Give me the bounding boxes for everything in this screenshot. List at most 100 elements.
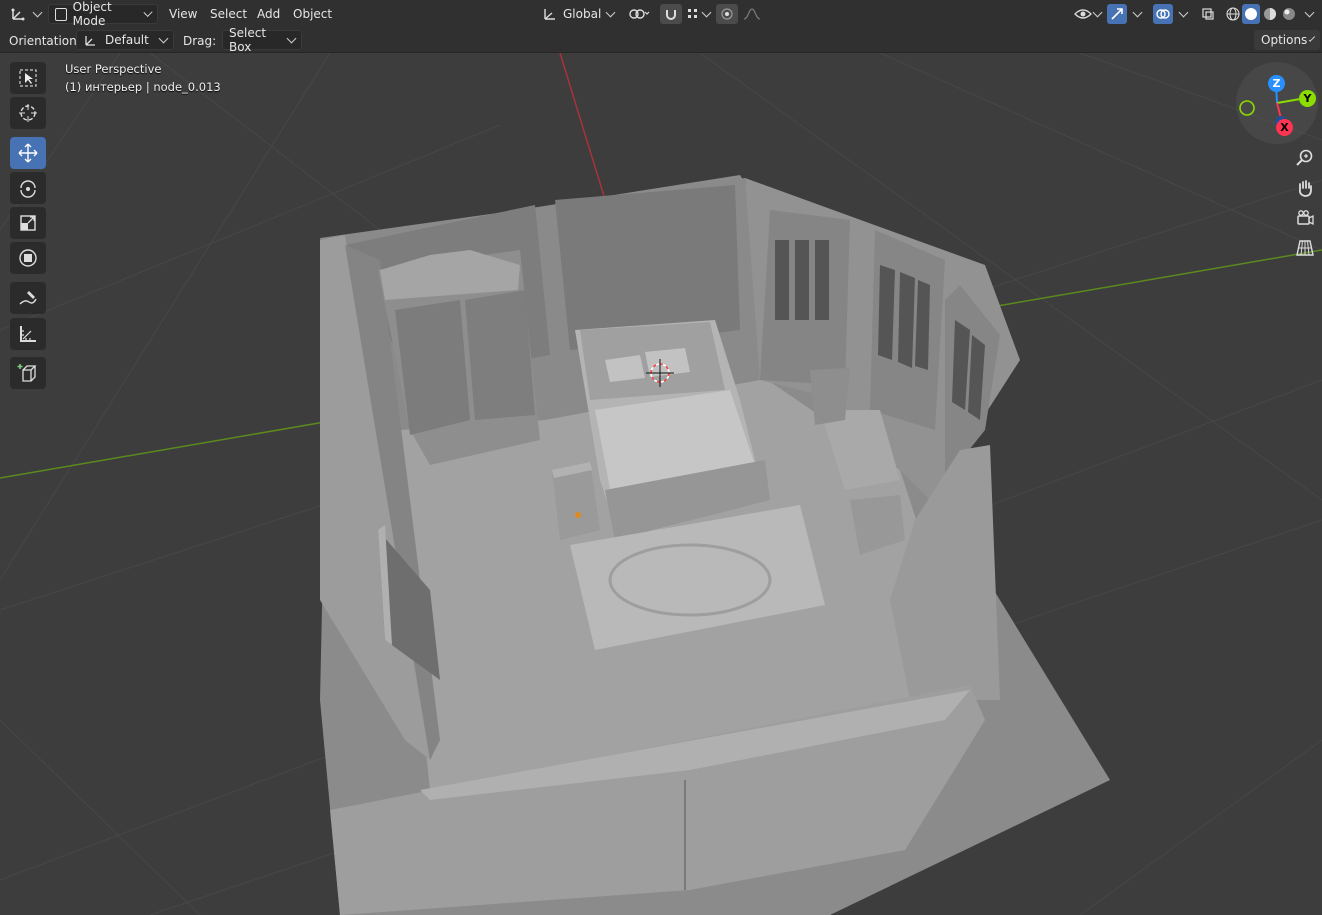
snap-target-dropdown[interactable] <box>684 4 712 24</box>
xray-toggle[interactable] <box>1198 4 1218 24</box>
orientation-label: Orientation: <box>9 34 81 48</box>
chevron-down-icon <box>1178 7 1188 17</box>
chevron-down-icon <box>1132 7 1142 17</box>
gizmo-dropdown[interactable] <box>1128 4 1146 24</box>
material-sphere-icon <box>1264 8 1276 20</box>
view-name: User Perspective <box>65 62 162 76</box>
camera-view-button[interactable] <box>1292 205 1318 231</box>
annotate-tool[interactable] <box>10 282 46 314</box>
shading-wireframe-button[interactable] <box>1224 4 1242 24</box>
cursor-tool[interactable] <box>10 97 46 129</box>
pivot-point-button[interactable] <box>624 4 654 24</box>
ruler-icon <box>20 326 36 342</box>
orientation-value: Default <box>105 33 149 47</box>
options-dropdown[interactable]: Options <box>1254 30 1320 50</box>
shading-material-button[interactable] <box>1261 4 1279 24</box>
xray-icon <box>1202 8 1214 20</box>
select-box-icon <box>19 69 37 87</box>
visibility-dropdown[interactable] <box>1070 4 1104 24</box>
shading-dropdown[interactable] <box>1300 4 1318 24</box>
gizmo-x-label: X <box>1280 121 1289 134</box>
gizmo-x-handle[interactable]: X <box>1276 119 1293 136</box>
perspective-toggle-button[interactable] <box>1292 235 1318 261</box>
zoom-button[interactable] <box>1292 145 1318 171</box>
rendered-sphere-icon <box>1283 8 1295 20</box>
rotate-icon <box>20 180 36 198</box>
scene-render <box>0 53 1322 915</box>
camera-icon <box>1297 210 1314 226</box>
chevron-down-icon <box>1309 34 1316 42</box>
object-mode-icon <box>55 7 67 21</box>
mode-label: Object Mode <box>72 0 112 28</box>
chevron-down-icon <box>158 33 169 43</box>
pencil-icon <box>19 291 37 305</box>
navigation-gizmo[interactable]: Z Y X <box>1236 62 1318 144</box>
orientation-label: Global <box>563 7 602 21</box>
snap-grid-icon <box>688 9 697 18</box>
chevron-down-icon <box>1304 7 1314 17</box>
proportional-editing-toggle[interactable] <box>716 4 738 24</box>
menu-object[interactable]: Object <box>287 4 338 24</box>
overlays-toggle[interactable] <box>1153 4 1173 24</box>
transform-orientation-dropdown[interactable]: Global <box>542 4 618 24</box>
eye-icon <box>1073 9 1092 19</box>
orientation-axes-icon <box>85 36 95 46</box>
editor-type-button[interactable] <box>10 4 43 24</box>
menu-select[interactable]: Select <box>204 4 253 24</box>
add-cube-tool[interactable] <box>10 357 46 389</box>
transform-tool[interactable] <box>10 242 46 274</box>
falloff-dropdown[interactable] <box>740 4 766 24</box>
scale-icon <box>20 215 36 231</box>
object-info: (1) интерьер | node_0.013 <box>65 80 221 94</box>
options-label: Options <box>1261 33 1308 47</box>
viewport-header: Object Mode View Select Add Object Globa… <box>0 0 1322 28</box>
axes-editor-icon <box>11 8 25 21</box>
menu-add[interactable]: Add <box>251 4 286 24</box>
tool-settings-bar: Orientation: Default Drag: Select Box Op… <box>0 26 1322 54</box>
chevron-down-icon <box>1092 7 1102 17</box>
shading-solid-button[interactable] <box>1242 4 1260 24</box>
chevron-down-icon <box>701 7 712 17</box>
pivot-link-icon <box>629 9 650 19</box>
add-cube-icon <box>17 364 37 382</box>
falloff-curve-icon <box>743 8 761 20</box>
gizmo-z-handle[interactable]: Z <box>1268 75 1285 92</box>
mode-dropdown[interactable]: Object Mode <box>48 0 158 28</box>
gizmo-y-label: Y <box>1303 92 1312 105</box>
chevron-down-icon <box>286 33 297 43</box>
shading-rendered-button[interactable] <box>1280 4 1298 24</box>
cursor-icon <box>19 104 37 122</box>
overlay-circles-icon <box>1156 9 1170 19</box>
zoom-magnifier-icon <box>1296 149 1313 166</box>
gizmo-z-label: Z <box>1272 77 1281 90</box>
overlays-dropdown[interactable] <box>1174 4 1192 24</box>
solid-sphere-icon <box>1245 8 1257 20</box>
3d-viewport[interactable] <box>0 53 1322 915</box>
proportional-circle-icon <box>721 8 733 20</box>
grid-perspective-icon <box>1296 240 1314 256</box>
pan-button[interactable] <box>1292 175 1318 201</box>
rotate-tool[interactable] <box>10 172 46 204</box>
transform-icon <box>19 249 37 267</box>
hand-icon <box>1298 180 1312 197</box>
snap-toggle[interactable] <box>660 4 682 24</box>
scale-tool[interactable] <box>10 207 46 239</box>
wireframe-sphere-icon <box>1226 7 1240 21</box>
gizmo-y-handle[interactable]: Y <box>1299 90 1316 107</box>
orientation-axes-icon <box>544 9 555 20</box>
gizmo-toggle[interactable] <box>1107 4 1127 24</box>
chevron-down-icon <box>143 7 153 17</box>
measure-tool[interactable] <box>10 318 46 350</box>
gizmo-arrow-icon <box>1111 8 1123 20</box>
drag-value: Select Box <box>229 26 267 54</box>
magnet-icon <box>666 10 676 20</box>
drag-dropdown[interactable]: Select Box <box>222 26 302 54</box>
orientation-dropdown[interactable]: Default <box>76 30 174 50</box>
drag-label: Drag: <box>183 34 217 48</box>
menu-view[interactable]: View <box>163 4 203 24</box>
chevron-down-icon <box>605 7 616 17</box>
select-box-tool[interactable] <box>10 62 46 94</box>
chevron-down-icon <box>32 7 43 17</box>
move-tool[interactable] <box>10 137 46 169</box>
move-arrows-icon <box>18 143 38 163</box>
